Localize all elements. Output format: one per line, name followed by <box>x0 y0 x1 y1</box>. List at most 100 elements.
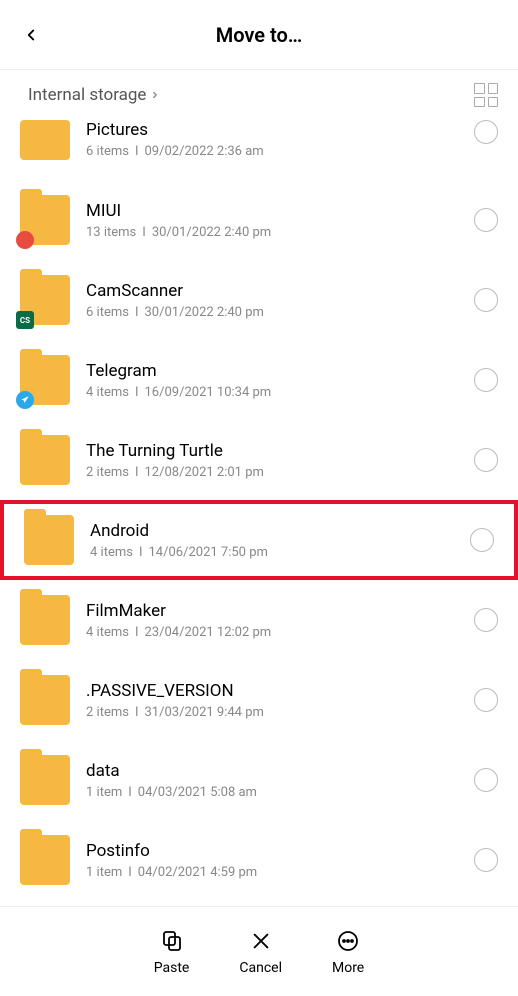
folder-row[interactable]: data 1 item I 04/03/2021 5:08 am <box>0 740 518 820</box>
folder-name: FilmMaker <box>86 601 474 621</box>
breadcrumb[interactable]: Internal storage <box>28 85 160 105</box>
folder-name: .PASSIVE_VERSION <box>86 681 474 701</box>
folder-meta: 1 item I 04/02/2021 4:59 pm <box>86 865 474 880</box>
folder-info: CamScanner 6 items I 30/01/2022 2:40 pm <box>86 281 474 320</box>
folder-name: Telegram <box>86 361 474 381</box>
folder-row[interactable]: Pictures 6 items I 09/02/2022 2:36 am <box>0 120 518 180</box>
folder-info: Postinfo 1 item I 04/02/2021 4:59 pm <box>86 841 474 880</box>
folder-icon <box>20 195 70 245</box>
select-radio[interactable] <box>474 288 498 312</box>
folder-info: Pictures 6 items I 09/02/2022 2:36 am <box>86 120 474 159</box>
meta-separator: I <box>135 385 139 400</box>
folder-date: 16/09/2021 10:34 pm <box>145 385 272 400</box>
app-badge-icon <box>16 231 34 249</box>
folder-meta: 4 itemsI16/09/2021 10:34 pm <box>86 385 474 400</box>
close-icon <box>248 928 274 954</box>
folder-count: 1 item <box>86 865 122 880</box>
select-radio[interactable] <box>474 768 498 792</box>
grid-view-toggle[interactable] <box>474 83 498 107</box>
folder-info: data 1 item I 04/03/2021 5:08 am <box>86 761 474 800</box>
folder-row[interactable]: .PASSIVE_VERSION2 itemsI31/03/2021 9:44 … <box>0 660 518 740</box>
folder-count: 6 items <box>86 144 129 159</box>
folder-row[interactable]: CS CamScanner 6 items I 30/01/2022 2:40 pm <box>0 260 518 340</box>
folder-meta: 4 itemsI14/06/2021 7:50 pm <box>90 545 470 560</box>
cancel-button[interactable]: Cancel <box>239 928 282 976</box>
folder-info: The Turning Turtle2 itemsI12/08/2021 2:0… <box>86 441 474 480</box>
back-button[interactable] <box>18 22 44 48</box>
folder-icon <box>20 755 70 805</box>
meta-separator: I <box>135 625 139 640</box>
folder-date: 09/02/2022 2:36 am <box>145 144 264 159</box>
select-radio[interactable] <box>474 688 498 712</box>
folder-row[interactable]: FilmMaker 4 items I 23/04/2021 12:02 pm <box>0 580 518 660</box>
folder-info: MIUI 13 items I 30/01/2022 2:40 pm <box>86 201 474 240</box>
folder-count: 4 items <box>90 545 133 560</box>
folder-date: 31/03/2021 9:44 pm <box>145 705 264 720</box>
select-radio[interactable] <box>470 528 494 552</box>
folder-count: 2 items <box>86 465 129 480</box>
folder-info: Telegram4 itemsI16/09/2021 10:34 pm <box>86 361 474 400</box>
select-radio[interactable] <box>474 448 498 472</box>
meta-separator: I <box>135 705 139 720</box>
meta-separator: I <box>128 865 132 880</box>
folder-name: CamScanner <box>86 281 474 301</box>
folder-meta: 6 items I 30/01/2022 2:40 pm <box>86 305 474 320</box>
folder-info: .PASSIVE_VERSION2 itemsI31/03/2021 9:44 … <box>86 681 474 720</box>
folder-row[interactable]: Telegram4 itemsI16/09/2021 10:34 pm <box>0 340 518 420</box>
folder-count: 1 item <box>86 785 122 800</box>
more-label: More <box>332 960 364 976</box>
folder-row[interactable]: Postinfo 1 item I 04/02/2021 4:59 pm <box>0 820 518 900</box>
folder-date: 23/04/2021 12:02 pm <box>145 625 272 640</box>
select-radio[interactable] <box>474 120 498 144</box>
meta-separator: I <box>135 465 139 480</box>
paste-icon <box>159 928 185 954</box>
meta-separator: I <box>135 144 139 159</box>
chevron-right-icon <box>150 90 160 100</box>
folder-count: 4 items <box>86 625 129 640</box>
bottom-bar: Paste Cancel More <box>0 906 518 996</box>
folder-date: 30/01/2022 2:40 pm <box>145 305 264 320</box>
select-radio[interactable] <box>474 848 498 872</box>
app-badge-icon: CS <box>16 311 34 329</box>
folder-icon: CS <box>20 275 70 325</box>
folder-list: Pictures 6 items I 09/02/2022 2:36 am MIUI 13… <box>0 120 518 906</box>
breadcrumb-row: Internal storage <box>0 70 518 120</box>
folder-meta: 2 itemsI31/03/2021 9:44 pm <box>86 705 474 720</box>
folder-name: Postinfo <box>86 841 474 861</box>
folder-meta: 2 items I 12/08/2021 2:01 pm <box>86 465 474 480</box>
folder-count: 13 items <box>86 225 136 240</box>
folder-info: Android 4 itemsI14/06/2021 7:50 pm <box>90 521 470 560</box>
folder-date: 30/01/2022 2:40 pm <box>152 225 271 240</box>
folder-row[interactable]: The Turning Turtle2 itemsI12/08/2021 2:0… <box>0 420 518 500</box>
header: Move to… <box>0 0 518 70</box>
folder-icon <box>20 595 70 645</box>
select-radio[interactable] <box>474 608 498 632</box>
meta-separator: I <box>128 785 132 800</box>
folder-info: FilmMaker 4 items I 23/04/2021 12:02 pm <box>86 601 474 640</box>
folder-name: Android <box>90 521 470 541</box>
folder-name: data <box>86 761 474 781</box>
folder-count: 6 items <box>86 305 129 320</box>
folder-name: MIUI <box>86 201 474 221</box>
folder-icon <box>20 435 70 485</box>
select-radio[interactable] <box>474 208 498 232</box>
folder-icon <box>24 515 74 565</box>
select-radio[interactable] <box>474 368 498 392</box>
folder-icon <box>20 675 70 725</box>
folder-row[interactable]: MIUI 13 items I 30/01/2022 2:40 pm <box>0 180 518 260</box>
cancel-label: Cancel <box>239 960 282 976</box>
folder-date: 04/03/2021 5:08 am <box>138 785 257 800</box>
paste-button[interactable]: Paste <box>154 928 190 976</box>
more-button[interactable]: More <box>332 928 364 976</box>
folder-date: 04/02/2021 4:59 pm <box>138 865 257 880</box>
folder-meta: 13 items I 30/01/2022 2:40 pm <box>86 225 474 240</box>
paste-label: Paste <box>154 960 190 976</box>
app-badge-icon <box>16 391 34 409</box>
folder-date: 12/08/2021 2:01 pm <box>145 465 264 480</box>
folder-meta: 4 items I 23/04/2021 12:02 pm <box>86 625 474 640</box>
meta-separator: I <box>142 225 146 240</box>
folder-icon <box>20 355 70 405</box>
folder-row[interactable]: Android 4 itemsI14/06/2021 7:50 pm <box>0 500 518 580</box>
folder-name: Pictures <box>86 120 474 140</box>
meta-separator: I <box>135 305 139 320</box>
